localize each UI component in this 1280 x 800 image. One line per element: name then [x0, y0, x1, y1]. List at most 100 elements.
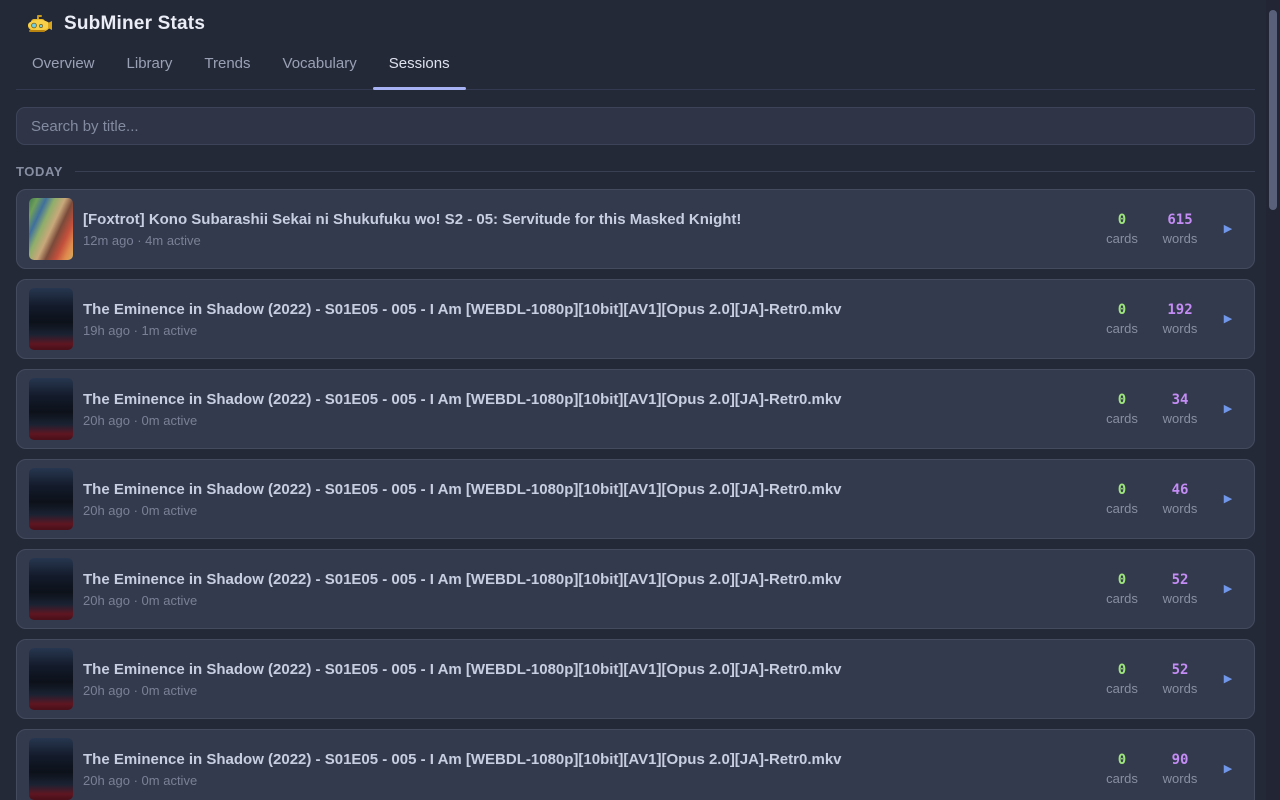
words-count: 90: [1158, 752, 1202, 768]
play-icon: ▶: [1224, 672, 1232, 685]
search-bar: [16, 107, 1255, 145]
words-count: 46: [1158, 482, 1202, 498]
play-icon: ▶: [1224, 762, 1232, 775]
session-meta: 20h ago · 0m active: [83, 593, 1088, 608]
session-title: The Eminence in Shadow (2022) - S01E05 -…: [83, 481, 1088, 498]
session-card[interactable]: The Eminence in Shadow (2022) - S01E05 -…: [16, 549, 1255, 629]
words-label: words: [1158, 321, 1202, 336]
session-stats: 0 cards 52 words: [1100, 572, 1202, 606]
play-button[interactable]: ▶: [1214, 665, 1242, 693]
session-info: The Eminence in Shadow (2022) - S01E05 -…: [83, 661, 1100, 698]
section-label: TODAY: [16, 164, 63, 179]
session-meta: 20h ago · 0m active: [83, 413, 1088, 428]
section-divider: [75, 171, 1255, 172]
words-stat: 90 words: [1158, 752, 1202, 786]
words-label: words: [1158, 501, 1202, 516]
session-title: The Eminence in Shadow (2022) - S01E05 -…: [83, 571, 1088, 588]
session-info: The Eminence in Shadow (2022) - S01E05 -…: [83, 301, 1100, 338]
play-button[interactable]: ▶: [1214, 395, 1242, 423]
session-thumbnail: [29, 378, 73, 440]
words-stat: 192 words: [1158, 302, 1202, 336]
session-meta: 12m ago · 4m active: [83, 233, 1088, 248]
play-icon: ▶: [1224, 492, 1232, 505]
session-title: The Eminence in Shadow (2022) - S01E05 -…: [83, 301, 1088, 318]
tab-sessions[interactable]: Sessions: [373, 43, 466, 89]
cards-stat: 0 cards: [1100, 392, 1144, 426]
tab-trends[interactable]: Trends: [188, 43, 266, 89]
session-meta: 20h ago · 0m active: [83, 503, 1088, 518]
session-info: The Eminence in Shadow (2022) - S01E05 -…: [83, 571, 1100, 608]
play-icon: ▶: [1224, 222, 1232, 235]
words-count: 52: [1158, 662, 1202, 678]
search-input[interactable]: [16, 107, 1255, 145]
words-label: words: [1158, 591, 1202, 606]
session-info: The Eminence in Shadow (2022) - S01E05 -…: [83, 751, 1100, 788]
play-icon: ▶: [1224, 402, 1232, 415]
session-info: The Eminence in Shadow (2022) - S01E05 -…: [83, 391, 1100, 428]
words-count: 34: [1158, 392, 1202, 408]
cards-stat: 0 cards: [1100, 302, 1144, 336]
cards-label: cards: [1100, 411, 1144, 426]
session-stats: 0 cards 52 words: [1100, 662, 1202, 696]
session-card[interactable]: The Eminence in Shadow (2022) - S01E05 -…: [16, 639, 1255, 719]
cards-count: 0: [1100, 212, 1144, 228]
cards-label: cards: [1100, 591, 1144, 606]
cards-count: 0: [1100, 752, 1144, 768]
session-title: The Eminence in Shadow (2022) - S01E05 -…: [83, 391, 1088, 408]
words-count: 52: [1158, 572, 1202, 588]
session-card[interactable]: The Eminence in Shadow (2022) - S01E05 -…: [16, 729, 1255, 800]
words-label: words: [1158, 411, 1202, 426]
cards-stat: 0 cards: [1100, 662, 1144, 696]
words-stat: 34 words: [1158, 392, 1202, 426]
session-card[interactable]: The Eminence in Shadow (2022) - S01E05 -…: [16, 459, 1255, 539]
tab-bar: Overview Library Trends Vocabulary Sessi…: [16, 43, 1255, 90]
words-stat: 615 words: [1158, 212, 1202, 246]
tab-vocabulary[interactable]: Vocabulary: [267, 43, 373, 89]
play-button[interactable]: ▶: [1214, 485, 1242, 513]
cards-count: 0: [1100, 662, 1144, 678]
cards-label: cards: [1100, 771, 1144, 786]
scrollbar-thumb[interactable]: [1269, 10, 1277, 210]
cards-count: 0: [1100, 302, 1144, 318]
session-card[interactable]: [Foxtrot] Kono Subarashii Sekai ni Shuku…: [16, 189, 1255, 269]
play-button[interactable]: ▶: [1214, 215, 1242, 243]
session-stats: 0 cards 192 words: [1100, 302, 1202, 336]
session-title: The Eminence in Shadow (2022) - S01E05 -…: [83, 751, 1088, 768]
session-thumbnail: [29, 648, 73, 710]
session-thumbnail: [29, 738, 73, 800]
tab-library[interactable]: Library: [111, 43, 189, 89]
play-icon: ▶: [1224, 582, 1232, 595]
cards-stat: 0 cards: [1100, 752, 1144, 786]
cards-label: cards: [1100, 321, 1144, 336]
session-meta: 20h ago · 0m active: [83, 773, 1088, 788]
play-button[interactable]: ▶: [1214, 575, 1242, 603]
session-info: [Foxtrot] Kono Subarashii Sekai ni Shuku…: [83, 211, 1100, 248]
session-list: [Foxtrot] Kono Subarashii Sekai ni Shuku…: [16, 189, 1255, 800]
play-button[interactable]: ▶: [1214, 305, 1242, 333]
words-count: 192: [1158, 302, 1202, 318]
words-label: words: [1158, 231, 1202, 246]
words-stat: 52 words: [1158, 662, 1202, 696]
session-title: The Eminence in Shadow (2022) - S01E05 -…: [83, 661, 1088, 678]
cards-label: cards: [1100, 681, 1144, 696]
session-stats: 0 cards 34 words: [1100, 392, 1202, 426]
submarine-logo-icon: [26, 13, 52, 35]
words-stat: 52 words: [1158, 572, 1202, 606]
words-label: words: [1158, 771, 1202, 786]
play-icon: ▶: [1224, 312, 1232, 325]
session-card[interactable]: The Eminence in Shadow (2022) - S01E05 -…: [16, 279, 1255, 359]
session-title: [Foxtrot] Kono Subarashii Sekai ni Shuku…: [83, 211, 1088, 228]
scrollbar-track[interactable]: [1266, 0, 1280, 800]
session-thumbnail: [29, 288, 73, 350]
session-meta: 20h ago · 0m active: [83, 683, 1088, 698]
cards-label: cards: [1100, 501, 1144, 516]
tab-overview[interactable]: Overview: [16, 43, 111, 89]
cards-stat: 0 cards: [1100, 212, 1144, 246]
session-thumbnail: [29, 468, 73, 530]
session-info: The Eminence in Shadow (2022) - S01E05 -…: [83, 481, 1100, 518]
play-button[interactable]: ▶: [1214, 755, 1242, 783]
session-card[interactable]: The Eminence in Shadow (2022) - S01E05 -…: [16, 369, 1255, 449]
session-meta: 19h ago · 1m active: [83, 323, 1088, 338]
session-stats: 0 cards 615 words: [1100, 212, 1202, 246]
session-stats: 0 cards 46 words: [1100, 482, 1202, 516]
